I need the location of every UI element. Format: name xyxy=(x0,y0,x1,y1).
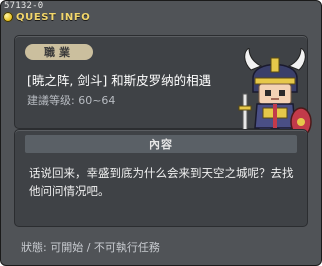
quest-name: [暁之阵, 剑斗] 和斯皮罗纳的相遇 xyxy=(27,73,212,88)
window-title-bar: QUEST INFO xyxy=(3,10,90,24)
content-header: 內容 xyxy=(25,135,297,153)
quest-summary-panel: 職業 [暁之阵, 剑斗] 和斯皮罗纳的相遇 建議等级: 60~64 xyxy=(14,35,312,150)
quest-status: 狀態: 可開始 / 不可執行任務 xyxy=(21,241,160,254)
job-tag: 職業 xyxy=(25,44,93,60)
window-title: QUEST INFO xyxy=(16,11,91,23)
recommended-level: 建議等级: 60~64 xyxy=(27,94,116,107)
quest-bulb-icon xyxy=(3,12,13,22)
quest-content-panel: 內容 话说回来，幸盛到底为什么会来到天空之城呢？去找他问问情况吧。 xyxy=(14,129,308,227)
content-body: 话说回来，幸盛到底为什么会来到天空之城呢？去找他问问情况吧。 xyxy=(29,166,294,198)
quest-info-window: 57132-0 QUEST INFO 職業 [暁之阵, 剑斗] 和斯皮罗纳的相遇… xyxy=(0,0,322,266)
